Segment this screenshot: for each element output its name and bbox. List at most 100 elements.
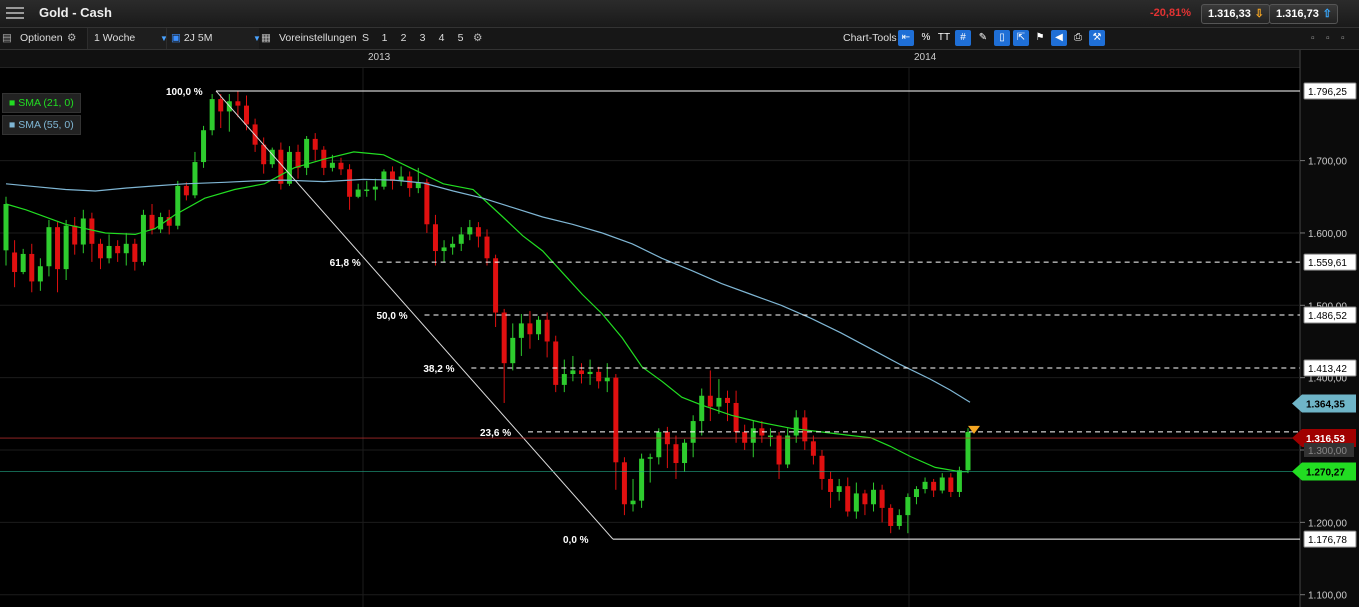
y-tick-label: 1.700,00 — [1308, 157, 1347, 168]
candle-body — [948, 477, 954, 492]
legend-square-icon: ■ — [9, 97, 16, 109]
candle-body — [716, 397, 722, 407]
candle-body — [647, 457, 653, 459]
fibonacci-level-label: 38,2 % — [423, 364, 454, 375]
fibonacci-level-label: 50,0 % — [376, 311, 407, 322]
candle-body — [905, 497, 911, 516]
candle-body — [312, 138, 318, 150]
candle-body — [518, 323, 524, 338]
candle-body — [432, 224, 438, 252]
fibonacci-price-label: 1.559,61 — [1308, 258, 1347, 269]
candle-body — [750, 428, 756, 443]
fibonacci-level-label: 61,8 % — [330, 258, 361, 269]
candle-body — [329, 162, 335, 168]
legend-sma-21[interactable]: ■ SMA (21, 0) — [2, 93, 81, 113]
candle-body — [862, 493, 868, 505]
candle-body — [475, 227, 481, 237]
candle-body — [12, 252, 18, 273]
candle-body — [55, 227, 61, 270]
legend-sma-55[interactable]: ■ SMA (55, 0) — [2, 115, 81, 135]
candle-body — [338, 162, 344, 170]
fibonacci-price-label: 1.486,52 — [1308, 311, 1347, 322]
candle-body — [295, 151, 301, 168]
candle-body — [46, 227, 52, 267]
price-tag-label: 1.300,00 — [1308, 446, 1347, 457]
fibonacci-level-label: 0,0 % — [563, 535, 589, 546]
candle-body — [355, 189, 361, 197]
candle-body — [939, 477, 945, 491]
y-tick-label: 1.600,00 — [1308, 229, 1347, 240]
candle-body — [604, 377, 610, 382]
candle-body — [725, 397, 730, 403]
candle-body — [888, 507, 894, 526]
candle-body — [931, 481, 937, 491]
candle-body — [578, 370, 584, 375]
candle-body — [235, 101, 241, 106]
candle-body — [828, 478, 834, 492]
candle-body — [364, 189, 370, 192]
candle-body — [613, 377, 619, 463]
candle-body — [819, 455, 825, 479]
candle-body — [493, 258, 499, 313]
candle-body — [639, 458, 645, 501]
candle-body — [123, 243, 129, 254]
candle-body — [656, 431, 662, 458]
candle-body — [63, 225, 69, 270]
candle-body — [286, 151, 292, 184]
candle-body — [707, 395, 713, 407]
fibonacci-level-label: 23,6 % — [480, 428, 511, 439]
candle-body — [244, 105, 249, 125]
candle-body — [261, 144, 267, 165]
candle-body — [742, 431, 748, 443]
candle-body — [183, 185, 189, 196]
fibonacci-level-label: 100,0 % — [166, 87, 203, 98]
candle-body — [37, 266, 43, 282]
candle-body — [175, 185, 181, 226]
candle-body — [510, 337, 516, 364]
candle-body — [767, 435, 773, 438]
candle-body — [501, 312, 507, 364]
candle-body — [484, 236, 490, 259]
candle-body — [913, 489, 919, 498]
candle-body — [536, 319, 542, 335]
legend-label: SMA (55, 0) — [18, 119, 74, 131]
candle-body — [570, 370, 576, 375]
candle-body — [922, 481, 928, 490]
candle-body — [776, 435, 782, 465]
candle-body — [72, 225, 78, 245]
candle-body — [106, 245, 112, 259]
candle-body — [347, 169, 353, 197]
candle-body — [201, 130, 207, 163]
sma-line-55-0 — [5, 178, 971, 403]
price-marker-label: 1.270,27 — [1306, 468, 1345, 479]
candle-body — [140, 214, 146, 262]
candle-body — [621, 462, 627, 505]
candle-body — [810, 441, 816, 456]
candle-body — [699, 395, 705, 422]
fibonacci-price-label: 1.176,78 — [1308, 535, 1347, 546]
candle-body — [441, 247, 447, 252]
y-tick-label: 1.100,00 — [1308, 591, 1347, 602]
candle-body — [89, 218, 95, 244]
candle-body — [793, 417, 799, 436]
candle-body — [630, 500, 636, 505]
candle-body — [879, 489, 885, 508]
candle-body — [218, 99, 224, 112]
candle-body — [115, 245, 121, 254]
candle-body — [381, 171, 387, 187]
candle-body — [871, 489, 877, 505]
price-chart[interactable]: 1.700,001.600,001.500,001.400,001.300,00… — [0, 0, 1359, 607]
candle-body — [845, 486, 851, 512]
candle-body — [20, 253, 26, 273]
candle-body — [682, 442, 688, 464]
candle-body — [561, 374, 567, 385]
candle-body — [192, 162, 198, 196]
price-marker-label: 1.364,35 — [1306, 399, 1345, 410]
legend-label: SMA (21, 0) — [18, 97, 74, 109]
candle-body — [853, 493, 859, 512]
candle-body — [587, 371, 593, 375]
candle-body — [424, 182, 430, 225]
candle-body — [149, 214, 155, 230]
candle-body — [80, 218, 86, 245]
candle-body — [896, 515, 902, 526]
